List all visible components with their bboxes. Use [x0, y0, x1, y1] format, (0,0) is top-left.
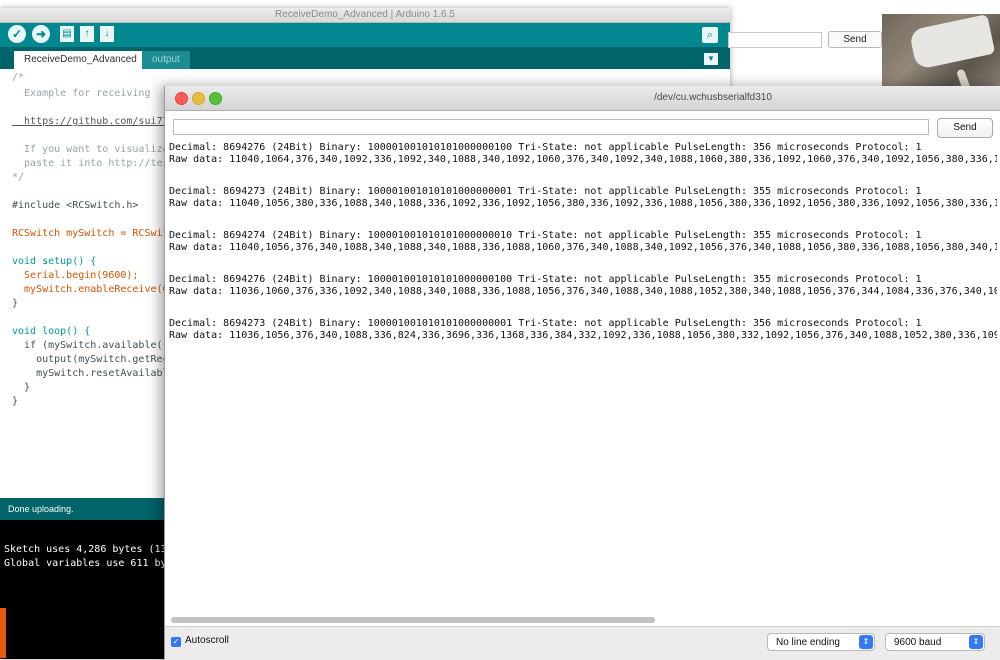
background-send-button[interactable]: Send [828, 31, 882, 48]
output-line: Raw data: 11040,1064,376,340,1092,336,10… [169, 154, 997, 165]
code-line: void loop() { [12, 326, 91, 337]
arrow-right-icon[interactable]: ➜ [32, 25, 50, 43]
output-line: Raw data: 11040,1056,380,336,1088,340,10… [169, 198, 997, 209]
ide-title: ReceiveDemo_Advanced | Arduino 1.6.5 [0, 8, 730, 23]
tab-output[interactable]: output [142, 51, 190, 69]
ide-tab-bar: ReceiveDemo_Advanced output ▼ [0, 47, 730, 69]
output-line: Decimal: 8694273 (24Bit) Binary: 1000010… [169, 318, 922, 329]
code-line: #include <RCSwitch.h> [12, 200, 139, 211]
code-line: if (mySwitch.available() [12, 340, 169, 351]
console-line: Sketch uses 4,286 bytes (13 [4, 544, 167, 555]
output-line: Raw data: 11036,1060,376,336,1092,340,10… [169, 286, 997, 297]
autoscroll-checkbox[interactable]: ✓ [171, 637, 181, 647]
chevron-updown-icon: ⇕ [969, 635, 983, 649]
ide-toolbar: ✓ ➜ ▤ ↑ ↓ ⌕ [0, 23, 730, 47]
arrow-up-icon[interactable]: ↑ [80, 26, 94, 42]
line-ending-select[interactable]: No line ending ⇕ [767, 633, 875, 651]
background-serial-monitor: Send [726, 26, 884, 66]
line-ending-value: No line ending [776, 637, 840, 648]
arrow-down-icon[interactable]: ↓ [100, 26, 114, 42]
background-serial-input[interactable] [728, 32, 822, 48]
serial-output[interactable]: Decimal: 8694276 (24Bit) Binary: 1000010… [169, 142, 997, 612]
code-line: paste it into http://tes [12, 158, 169, 169]
code-line: output(mySwitch.getRec [12, 354, 169, 365]
serial-input-field[interactable] [173, 119, 929, 135]
chevron-updown-icon: ⇕ [859, 635, 873, 649]
file-icon[interactable]: ▤ [60, 26, 74, 42]
photo-device [908, 14, 996, 70]
console-marker [0, 608, 6, 658]
serial-monitor-titlebar: /dev/cu.wchusbserialfd310 [165, 86, 1000, 111]
code-line[interactable]: https://github.com/sui77 [12, 116, 169, 127]
code-line: void setup() { [12, 256, 97, 267]
magnifier-icon[interactable]: ⌕ [702, 27, 718, 43]
code-line: */ [12, 172, 25, 183]
code-line: /* [12, 72, 25, 83]
autoscroll-label: Autoscroll [185, 635, 229, 646]
output-line: Decimal: 8694276 (24Bit) Binary: 1000010… [169, 142, 922, 153]
serial-monitor-footer: ✓ Autoscroll No line ending ⇕ 9600 baud … [165, 626, 1000, 660]
serial-monitor-window: /dev/cu.wchusbserialfd310 Send Decimal: … [164, 86, 1000, 660]
scrollbar-thumb[interactable] [171, 617, 655, 623]
check-icon[interactable]: ✓ [8, 25, 26, 43]
output-line: Raw data: 11036,1056,376,340,1088,336,82… [169, 330, 997, 341]
code-line: mySwitch.resetAvailabl [12, 368, 169, 379]
code-line: } [12, 396, 19, 407]
chevron-down-icon[interactable]: ▼ [704, 53, 718, 65]
output-line: Decimal: 8694276 (24Bit) Binary: 1000010… [169, 274, 922, 285]
baud-rate-value: 9600 baud [894, 637, 942, 648]
send-button[interactable]: Send [937, 118, 993, 138]
code-line: Example for receiving [12, 88, 151, 99]
tab-receivedemo-advanced[interactable]: ReceiveDemo_Advanced [14, 51, 147, 69]
code-line: } [12, 382, 31, 393]
output-line: Decimal: 8694274 (24Bit) Binary: 1000010… [169, 230, 922, 241]
baud-rate-select[interactable]: 9600 baud ⇕ [885, 633, 985, 651]
code-line: RCSwitch mySwitch = RCSwit [12, 228, 169, 239]
horizontal-scrollbar[interactable] [169, 616, 997, 624]
serial-monitor-title: /dev/cu.wchusbserialfd310 [654, 92, 772, 103]
output-line: Decimal: 8694273 (24Bit) Binary: 1000010… [169, 186, 922, 197]
code-line: If you want to visualize [12, 144, 169, 155]
output-line: Raw data: 11040,1056,376,340,1088,340,10… [169, 242, 997, 253]
code-line: mySwitch.enableReceive(0 [12, 284, 169, 295]
code-line: } [12, 298, 19, 309]
console-line: Global variables use 611 by [4, 558, 167, 569]
code-line: Serial.begin(9600); [12, 270, 139, 281]
